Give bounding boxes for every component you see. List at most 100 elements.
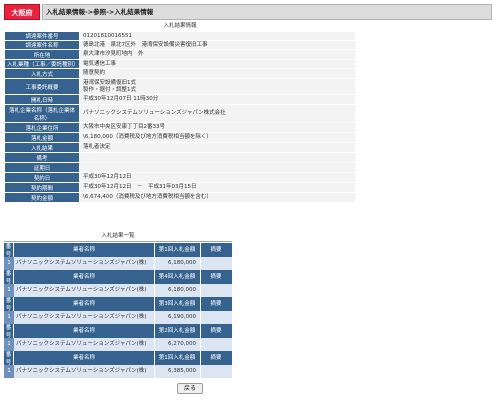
- info-label: 入札結果: [4, 142, 80, 153]
- info-row: 調達案件番号 01201810016551: [4, 31, 356, 41]
- info-value-line: 德島北港 泉北7区外 港湾保安設備災害復旧工事: [83, 41, 208, 48]
- result-item: 番号 1 業者名称 第1回入札金額 摘要 パナソニックシステムソリューションズジャパン(株…: [4, 351, 232, 378]
- info-label: 落札企業住所: [4, 122, 80, 133]
- info-row: 入札業種（工事／委託種別） 電気通信工事: [4, 59, 356, 69]
- bid-remarks: [200, 311, 232, 324]
- col-remarks-header: 摘要: [210, 301, 222, 307]
- info-value: 大阪市中央区安康丁丁目2番33号: [79, 122, 356, 133]
- bidder-name: パナソニックシステムソリューションズジャパン(株): [16, 260, 147, 266]
- amount-suffix: 回入札金額: [167, 355, 196, 361]
- info-row: 備考: [4, 152, 356, 163]
- bid-amount: 6,190,000: [168, 314, 196, 320]
- col-bidder-header: 業者名称: [72, 247, 95, 253]
- col-amount-header: 第4回入札金額: [154, 270, 200, 284]
- col-amount-header: 第1回入札金額: [154, 243, 200, 257]
- col-remarks-header: 摘要: [210, 355, 222, 361]
- number-header-top: 番: [5, 352, 12, 358]
- info-row: 契約金額 \6,674,400（消費税及び地方消費税相当額を含む）: [4, 192, 356, 203]
- logo: 大阪府: [4, 4, 40, 20]
- info-value: 港湾保安設備復旧1式 製作・据付・調整1式: [79, 78, 356, 95]
- back-button[interactable]: 戻る: [177, 383, 203, 394]
- result-number-header: 番号1: [4, 270, 14, 297]
- info-label: 入札方式: [4, 68, 80, 79]
- bid-amount: 6,180,000: [168, 287, 196, 293]
- info-value-line: 平成30年12月12日 － 平成31年03月15日: [83, 184, 197, 190]
- info-label: 所在地: [4, 49, 80, 60]
- result-number-header: 番号1: [4, 324, 14, 351]
- info-label: 開札日時: [4, 94, 80, 105]
- info-label: 契約期間: [4, 182, 80, 193]
- number-header-top: 番: [5, 271, 12, 277]
- info-row: 入札方式 随意契約: [4, 68, 356, 79]
- result-number-header: 番号1: [4, 351, 14, 378]
- result-number: 1: [4, 257, 14, 270]
- amount-suffix: 回入札金額: [167, 301, 196, 307]
- col-remarks-header: 摘要: [210, 328, 222, 334]
- number-header-top: 番: [5, 244, 12, 250]
- bidder-name: パナソニックシステムソリューションズジャパン(株): [16, 287, 147, 293]
- info-value: 平成30年12月07日 11時30分: [79, 94, 356, 105]
- info-label: 工事委託概要: [4, 78, 80, 95]
- col-bidder-header: 業者名称: [72, 274, 95, 280]
- info-row: 落札企業住所 大阪市中央区安康丁丁目2番33号: [4, 122, 356, 133]
- info-value: 平成30年12月12日 － 平成31年03月15日: [79, 182, 356, 193]
- bid-amount: 6,270,000: [168, 341, 196, 347]
- info-value: 落札者決定: [79, 142, 356, 153]
- info-row: 落札企業名称（落札企業体名称） パナソニックシステムソリューションズジャパン株式会…: [4, 104, 356, 123]
- info-row: 調達案件名称 德島北港 泉北7区外 港湾保安設備災害復旧工事: [4, 40, 356, 50]
- info-value: \6,674,400（消費税及び地方消費税相当額を含む）: [79, 192, 356, 203]
- info-value-line: 電気通信工事: [83, 60, 117, 67]
- info-value-line: 随意契約: [83, 70, 106, 76]
- info-value-line: 01201810016551: [83, 32, 132, 39]
- col-bidder-header: 業者名称: [72, 328, 95, 334]
- info-row: 契約期間 平成30年12月12日 － 平成31年03月15日: [4, 182, 356, 193]
- info-label: 落札企業名称（落札企業体名称）: [4, 104, 80, 123]
- info-value: 平成30年12月12日: [79, 172, 356, 183]
- info-label: 調達案件番号: [4, 31, 80, 41]
- result-data-row: パナソニックシステムソリューションズジャパン(株) 6,190,000: [14, 311, 232, 324]
- info-value-line: 泉大津市汐見町地内 外: [83, 51, 144, 57]
- info-table: 調達案件番号 01201810016551 調達案件名称 德島北港 泉北7区外 港湾保…: [4, 31, 356, 203]
- info-row: 所在地 泉大津市汐見町地内 外: [4, 49, 356, 60]
- result-header-row: 業者名称 第2回入札金額 摘要: [14, 324, 232, 338]
- info-value: [79, 152, 356, 163]
- result-item: 番号 1 業者名称 第3回入札金額 摘要 パナソニックシステムソリューションズジャパン(株…: [4, 297, 232, 324]
- bid-remarks: [200, 284, 232, 297]
- results-title: 入札結果一覧: [4, 232, 232, 242]
- result-header-row: 業者名称 第4回入札金額 摘要: [14, 270, 232, 284]
- info-value: 電気通信工事: [79, 59, 356, 69]
- info-value: 随意契約: [79, 68, 356, 79]
- result-header-row: 業者名称 第1回入札金額 摘要: [14, 351, 232, 365]
- info-value-line: \6,674,400（消費税及び地方消費税相当額を含む）: [83, 194, 212, 200]
- result-header-row: 業者名称 第1回入札金額 摘要: [14, 243, 232, 257]
- bid-remarks: [200, 365, 232, 378]
- result-number: 1: [4, 338, 14, 351]
- result-number: 1: [4, 365, 14, 378]
- info-value: \6,180,000（消費税及び地方消費税相当額を除く）: [79, 132, 356, 143]
- bidder-name: パナソニックシステムソリューションズジャパン(株): [16, 314, 147, 320]
- col-amount-header: 第3回入札金額: [154, 297, 200, 311]
- info-value-line: 製作・据付・調整1式: [83, 86, 136, 93]
- amount-suffix: 回入札金額: [167, 247, 196, 253]
- bid-amount: 6,180,000: [168, 260, 196, 266]
- result-item: 番号 1 業者名称 第4回入札金額 摘要パナソニックシステムソリューションズジャパン(株…: [4, 270, 232, 297]
- info-row: 落札金額 \6,180,000（消費税及び地方消費税相当額を除く）: [4, 132, 356, 143]
- info-value: 01201810016551: [79, 31, 356, 41]
- result-header-row: 業者名称 第3回入札金額 摘要: [14, 297, 232, 311]
- result-data-row: パナソニックシステムソリューションズジャパン(株) 6,385,000: [14, 365, 232, 378]
- amount-suffix: 回入札金額: [167, 328, 196, 334]
- info-label: 備考: [4, 152, 80, 163]
- info-value-line: \6,180,000（消費税及び地方消費税相当額を除く）: [83, 134, 212, 140]
- col-bidder-header: 業者名称: [72, 301, 95, 307]
- result-number: 1: [4, 311, 14, 324]
- bid-remarks: [200, 257, 232, 270]
- col-remarks-header: 摘要: [210, 274, 222, 280]
- info-value-line: 落札者決定: [83, 144, 111, 150]
- info-value: パナソニックシステムソリューションズジャパン株式会社: [79, 104, 356, 123]
- info-row: 工事委託概要 港湾保安設備復旧1式 製作・据付・調整1式: [4, 78, 356, 95]
- info-value-line: 港湾保安設備復旧1式: [83, 79, 136, 86]
- info-value-line: 大阪市中央区安康丁丁目2番33号: [83, 124, 165, 130]
- info-value-line: 平成30年12月07日 11時30分: [83, 96, 159, 102]
- info-row: 入札結果 落札者決定: [4, 142, 356, 153]
- number-header-top: 番: [5, 298, 12, 304]
